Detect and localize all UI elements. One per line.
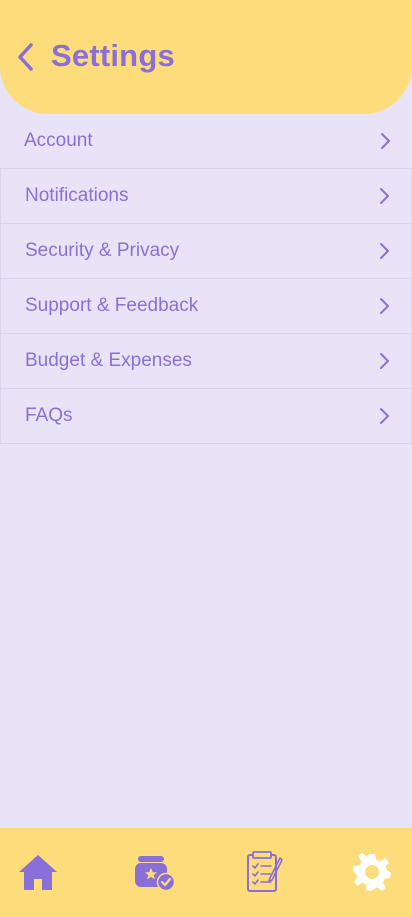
nav-events[interactable]: [132, 850, 176, 894]
checklist-notepad-icon: [247, 851, 283, 892]
gear-icon: [353, 853, 391, 891]
page-title: Settings: [51, 38, 175, 73]
home-icon: [19, 855, 57, 890]
nav-checklist[interactable]: [242, 850, 286, 894]
menu-item-notifications[interactable]: Notifications: [0, 168, 412, 223]
chevron-right-icon: [380, 188, 389, 204]
menu-item-budget-expenses[interactable]: Budget & Expenses: [0, 333, 412, 388]
nav-home[interactable]: [16, 850, 60, 894]
nav-settings[interactable]: [350, 850, 394, 894]
header: Settings: [0, 0, 412, 114]
back-button[interactable]: [10, 38, 42, 76]
menu-item-label: Notifications: [25, 185, 129, 206]
chevron-left-icon: [18, 43, 33, 71]
chevron-right-icon: [381, 133, 390, 149]
bottom-nav: [0, 828, 412, 917]
chevron-right-icon: [380, 298, 389, 314]
chevron-right-icon: [380, 408, 389, 424]
menu-item-support-feedback[interactable]: Support & Feedback: [0, 278, 412, 333]
menu-item-account[interactable]: Account: [0, 114, 412, 168]
chevron-right-icon: [380, 353, 389, 369]
menu-item-label: Budget & Expenses: [25, 350, 192, 371]
event-calendar-check-icon: [135, 856, 176, 892]
menu-item-label: Support & Feedback: [25, 295, 199, 316]
menu-item-label: FAQs: [25, 405, 73, 426]
menu-item-faqs[interactable]: FAQs: [0, 388, 412, 444]
chevron-right-icon: [380, 243, 389, 259]
settings-menu: Account Notifications Security & Privacy…: [0, 114, 412, 444]
menu-item-label: Security & Privacy: [25, 240, 180, 261]
menu-item-security-privacy[interactable]: Security & Privacy: [0, 223, 412, 278]
menu-item-label: Account: [24, 130, 93, 151]
